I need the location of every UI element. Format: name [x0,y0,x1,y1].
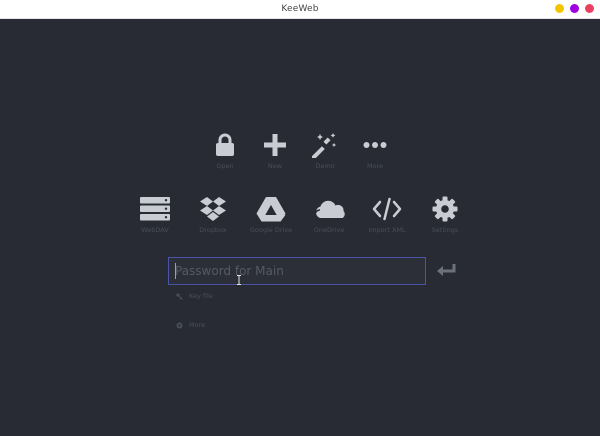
title-bar: KeeWeb [0,0,600,19]
gear-icon [432,194,458,224]
cloud-icon [313,194,345,224]
storage-providers: WebDAV Dropbox Google Drive OneDrive Imp… [0,194,600,234]
import-xml-button[interactable]: Import XML [358,194,416,234]
more-options-label: More [189,321,206,329]
google-drive-label: Google Drive [249,226,293,234]
demo-label: Demo [315,162,335,170]
key-file-label: Key file [189,292,213,300]
dropbox-label: Dropbox [199,226,227,234]
open-actions: Open New Demo More [0,130,600,170]
submit-button[interactable] [436,263,458,279]
plus-icon [264,130,286,160]
window-controls [555,4,594,13]
more-button[interactable]: More [356,130,394,170]
close-button[interactable] [585,4,594,13]
settings-label: Settings [431,226,459,234]
webdav-button[interactable]: WebDAV [126,194,184,234]
webdav-label: WebDAV [141,226,169,234]
onedrive-button[interactable]: OneDrive [300,194,358,234]
google-drive-icon [256,194,286,224]
password-row [168,257,468,289]
more-label: More [366,162,384,170]
new-label: New [267,162,283,170]
maximize-button[interactable] [570,4,579,13]
more-dots-icon [363,130,387,160]
open-view: Open New Demo More WebDAV Dropbox Google… [0,18,600,436]
password-input[interactable] [168,257,426,285]
server-icon [140,194,170,224]
small-gear-icon [176,322,183,328]
code-icon [372,194,402,224]
dropbox-button[interactable]: Dropbox [184,194,242,234]
import-xml-label: Import XML [368,226,406,234]
text-cursor [175,263,176,279]
minimize-button[interactable] [555,4,564,13]
magic-wand-icon [312,130,338,160]
new-button[interactable]: New [256,130,294,170]
key-file-option[interactable]: Key file [176,292,213,300]
dropbox-icon [199,194,227,224]
onedrive-label: OneDrive [313,226,345,234]
settings-button[interactable]: Settings [416,194,474,234]
google-drive-button[interactable]: Google Drive [242,194,300,234]
enter-arrow-icon [437,264,456,276]
more-options[interactable]: More [176,321,205,329]
window-title: KeeWeb [281,4,319,14]
lock-icon [215,130,235,160]
ibeam-cursor-icon [237,270,241,285]
key-icon [176,292,183,300]
open-label: Open [216,162,234,170]
demo-button[interactable]: Demo [306,130,344,170]
open-button[interactable]: Open [206,130,244,170]
